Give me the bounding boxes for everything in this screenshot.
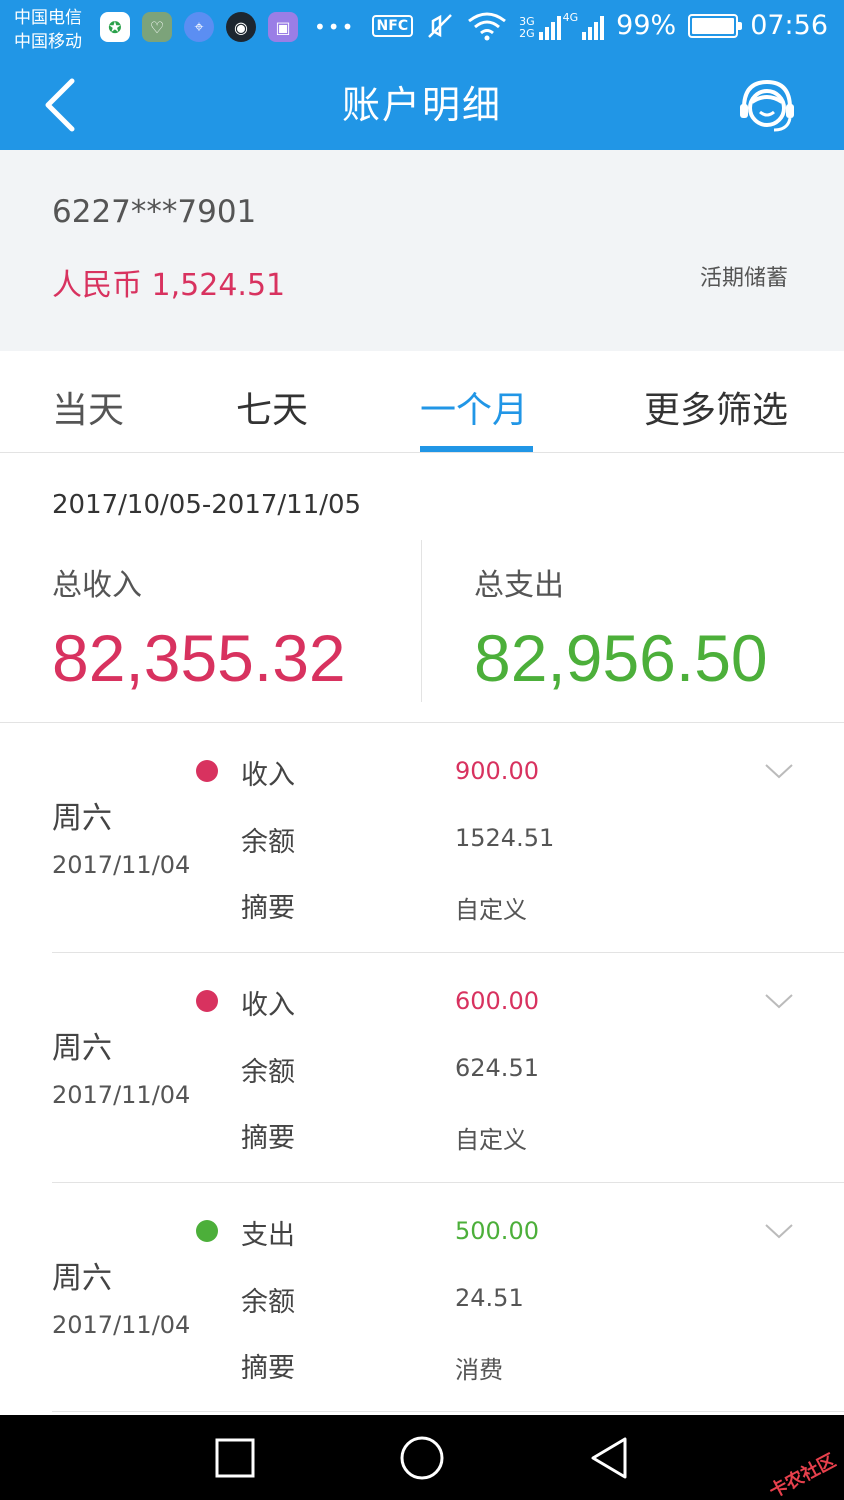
balance-label: 余额 xyxy=(241,1057,295,1088)
wifi-icon xyxy=(468,12,507,40)
mute-icon xyxy=(428,13,452,38)
balance-value: 24.51 xyxy=(455,1284,524,1312)
period-tabs: 当天 七天 一个月 更多筛选 xyxy=(0,351,844,453)
memo-value: 自定义 xyxy=(455,896,527,924)
location-app-icon: ⌖ xyxy=(184,12,214,42)
memo-label: 摘要 xyxy=(241,1123,295,1154)
tab-more-filters[interactable]: 更多筛选 xyxy=(644,381,788,433)
memo-label: 摘要 xyxy=(241,1353,295,1384)
chevron-down-icon[interactable] xyxy=(764,1223,794,1241)
battery-fill xyxy=(692,17,734,34)
transaction-type-dot xyxy=(196,990,218,1012)
transaction-date: 2017/11/04 xyxy=(52,1081,191,1109)
page-title: 账户明细 xyxy=(341,83,502,127)
transaction-type-label: 收入 xyxy=(241,760,295,791)
system-status: NFC 3G 2G 4G 99% 07:56 xyxy=(371,10,828,41)
active-tab-indicator xyxy=(420,446,533,452)
transaction-type-dot xyxy=(196,1220,218,1242)
carrier-2: 中国移动 xyxy=(14,32,82,52)
nfc-icon: NFC xyxy=(371,14,414,37)
transaction-date: 2017/11/04 xyxy=(52,1311,191,1339)
transaction-item[interactable]: 周六 2017/11/04 收入 900.00 余额 1524.51 摘要 自定… xyxy=(0,723,844,953)
chevron-down-icon[interactable] xyxy=(764,763,794,781)
customer-service-button[interactable] xyxy=(736,74,798,136)
gallery-app-icon: ▣ xyxy=(268,12,298,42)
status-bar: 中国电信 中国移动 ✪ ♡ ⌖ ◉ ▣ ••• NFC 3G 2G 4G 99%… xyxy=(0,0,844,60)
app-icon: ✪ xyxy=(100,12,130,42)
transaction-date: 2017/11/04 xyxy=(52,851,191,879)
carrier-info: 中国电信 中国移动 xyxy=(14,6,82,54)
health-app-icon: ♡ xyxy=(142,12,172,42)
transaction-amount: 600.00 xyxy=(455,987,539,1015)
recent-apps-icon[interactable] xyxy=(210,1433,260,1483)
memo-value: 消费 xyxy=(455,1356,503,1384)
summary-divider xyxy=(421,540,422,702)
battery-icon xyxy=(688,13,743,38)
memo-label: 摘要 xyxy=(241,893,295,924)
total-income-value: 82,355.32 xyxy=(52,621,346,695)
signal-icon: 3G 2G 4G xyxy=(519,11,605,40)
system-nav-bar: 卡农社区 xyxy=(0,1415,844,1500)
watermark: 卡农社区 xyxy=(765,1450,840,1500)
account-number: 6227***7901 xyxy=(52,194,257,230)
transaction-weekday: 周六 xyxy=(52,1031,112,1066)
transaction-type-dot xyxy=(196,760,218,782)
transaction-weekday: 周六 xyxy=(52,1261,112,1296)
total-income-label: 总收入 xyxy=(52,568,142,603)
chevron-down-icon[interactable] xyxy=(764,993,794,1011)
balance-value: 624.51 xyxy=(455,1054,539,1082)
balance-label: 余额 xyxy=(241,827,295,858)
more-notifications-icon: ••• xyxy=(314,15,356,39)
transaction-type-label: 收入 xyxy=(241,990,295,1021)
battery-percent: 99% xyxy=(616,10,677,41)
account-type: 活期储蓄 xyxy=(699,266,788,291)
date-range: 2017/10/05-2017/11/05 xyxy=(52,490,362,520)
total-expense-value: 82,956.50 xyxy=(474,621,768,695)
tab-seven-days[interactable]: 七天 xyxy=(236,381,308,433)
customer-service-icon xyxy=(740,79,794,132)
back-triangle-icon[interactable] xyxy=(585,1433,635,1483)
balance-label: 余额 xyxy=(241,1287,295,1318)
transaction-item[interactable]: 周六 2017/11/04 收入 600.00 余额 624.51 摘要 自定义 xyxy=(0,953,844,1183)
tab-one-month[interactable]: 一个月 xyxy=(420,381,528,433)
transaction-amount: 900.00 xyxy=(455,757,539,785)
transaction-type-label: 支出 xyxy=(241,1220,295,1251)
balance-value: 1524.51 xyxy=(455,824,555,852)
home-icon[interactable] xyxy=(397,1433,447,1483)
app-header: 账户明细 xyxy=(0,60,844,150)
total-expense-label: 总支出 xyxy=(474,568,564,603)
memo-value: 自定义 xyxy=(455,1126,527,1154)
account-card: 6227***7901 人民币 1,524.51 活期储蓄 xyxy=(0,150,844,351)
dark-app-icon: ◉ xyxy=(226,12,256,42)
clock: 07:56 xyxy=(750,10,828,41)
transaction-weekday: 周六 xyxy=(52,801,112,836)
carrier-1: 中国电信 xyxy=(14,8,82,28)
account-balance: 人民币 1,524.51 xyxy=(52,268,286,303)
transaction-item[interactable]: 周六 2017/11/04 支出 500.00 余额 24.51 摘要 消费 xyxy=(0,1183,844,1413)
tab-today[interactable]: 当天 xyxy=(52,381,124,433)
row-divider xyxy=(52,1411,844,1412)
transaction-amount: 500.00 xyxy=(455,1217,539,1245)
notification-icons: ✪ ♡ ⌖ ◉ ▣ ••• xyxy=(100,12,355,42)
